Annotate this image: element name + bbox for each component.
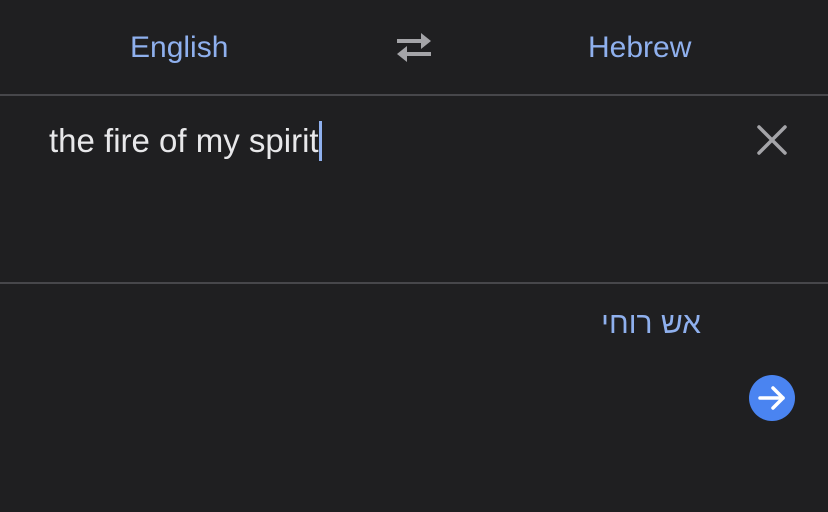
language-bar: English Hebrew (0, 0, 828, 95)
swap-arrows-icon (397, 33, 431, 62)
swap-languages-button[interactable] (393, 30, 435, 64)
arrow-right-icon (758, 386, 785, 410)
source-text: the fire of my spirit (49, 122, 319, 159)
translation-text[interactable]: אש רוחי (601, 304, 701, 344)
target-language-button[interactable]: Hebrew (588, 28, 691, 68)
source-text-input[interactable]: the fire of my spirit (49, 120, 322, 162)
clear-input-button[interactable] (752, 120, 792, 160)
go-translate-button[interactable] (749, 375, 795, 421)
source-language-button[interactable]: English (130, 28, 228, 68)
output-area: אש רוחי (0, 284, 828, 512)
close-icon (757, 125, 787, 155)
text-caret (318, 121, 322, 161)
input-area[interactable]: the fire of my spirit (0, 96, 828, 282)
